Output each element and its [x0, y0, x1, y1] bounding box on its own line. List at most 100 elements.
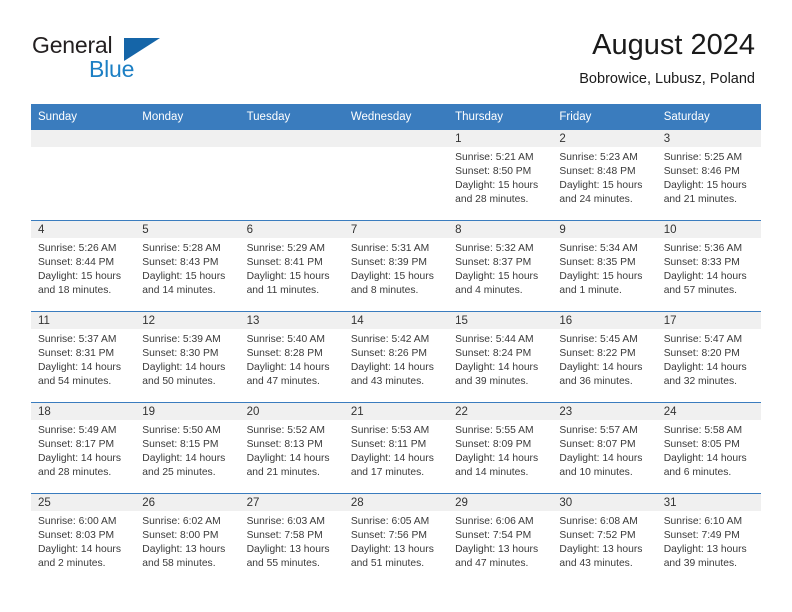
day-number: 23 [552, 403, 657, 420]
calendar-day-cell[interactable]: 23 Sunrise: 5:57 AM Sunset: 8:07 PM Dayligh… [552, 403, 657, 494]
calendar-day-cell[interactable]: 25 Sunrise: 6:00 AM Sunset: 8:03 PM Dayligh… [31, 494, 136, 585]
calendar-day-cell[interactable] [135, 130, 240, 221]
day-detail-line: and 17 minutes. [350, 467, 425, 479]
calendar-day-cell[interactable]: 13 Sunrise: 5:40 AM Sunset: 8:28 PM Dayligh… [239, 312, 344, 403]
calendar-day-cell[interactable]: 10 Sunrise: 5:36 AM Sunset: 8:33 PM Dayligh… [656, 221, 761, 312]
calendar-day-cell[interactable]: 5 Sunrise: 5:28 AM Sunset: 8:43 PM Daylight… [135, 221, 240, 312]
day-detail-line: Daylight: 14 hours [142, 453, 226, 465]
calendar-day-cell[interactable]: 26 Sunrise: 6:02 AM Sunset: 8:00 PM Dayligh… [135, 494, 240, 585]
day-cell-inner: 3 Sunrise: 5:25 AM Sunset: 8:46 PM Daylight… [656, 130, 761, 220]
calendar-week-row: 25 Sunrise: 6:00 AM Sunset: 8:03 PM Dayligh… [31, 493, 761, 585]
day-detail-line: Sunrise: 6:00 AM [38, 516, 117, 527]
calendar-day-cell[interactable]: 19 Sunrise: 5:50 AM Sunset: 8:15 PM Dayligh… [135, 403, 240, 494]
day-detail-line: Sunset: 8:15 PM [142, 439, 219, 451]
day-cell-inner: 19 Sunrise: 5:50 AM Sunset: 8:15 PM Dayligh… [135, 403, 240, 493]
calendar-day-cell[interactable]: 27 Sunrise: 6:03 AM Sunset: 7:58 PM Dayligh… [239, 494, 344, 585]
logo-text-general: General [32, 32, 113, 58]
day-details: Sunrise: 5:55 AM Sunset: 8:09 PM Daylight:… [448, 420, 552, 480]
calendar-day-cell[interactable] [239, 130, 344, 221]
day-detail-line: Daylight: 14 hours [559, 453, 643, 465]
calendar-day-cell[interactable] [343, 130, 449, 221]
day-detail-line: Sunset: 8:20 PM [663, 348, 740, 360]
day-number: 2 [552, 130, 657, 147]
calendar-day-cell[interactable]: 9 Sunrise: 5:34 AM Sunset: 8:35 PM Daylight… [552, 221, 657, 312]
day-number: 26 [135, 494, 240, 511]
day-detail-line: Sunset: 8:22 PM [559, 348, 636, 360]
calendar-day-cell[interactable]: 16 Sunrise: 5:45 AM Sunset: 8:22 PM Dayligh… [552, 312, 657, 403]
day-detail-line: and 6 minutes. [663, 467, 732, 479]
page-title: August 2024 [592, 29, 755, 61]
day-detail-line: and 57 minutes. [663, 285, 737, 297]
day-cell-inner: 12 Sunrise: 5:39 AM Sunset: 8:30 PM Dayligh… [135, 312, 240, 402]
calendar-day-cell[interactable]: 2 Sunrise: 5:23 AM Sunset: 8:48 PM Daylight… [552, 130, 657, 221]
calendar-day-cell[interactable]: 12 Sunrise: 5:39 AM Sunset: 8:30 PM Dayligh… [135, 312, 240, 403]
day-number: 29 [448, 494, 553, 511]
weekday-header-friday: Friday [552, 104, 657, 130]
day-detail-line: and 21 minutes. [663, 194, 737, 206]
calendar-day-cell[interactable]: 6 Sunrise: 5:29 AM Sunset: 8:41 PM Daylight… [239, 221, 344, 312]
day-cell-inner: 27 Sunrise: 6:03 AM Sunset: 7:58 PM Dayligh… [239, 494, 344, 584]
day-details: Sunrise: 5:31 AM Sunset: 8:39 PM Daylight:… [344, 238, 448, 298]
weekday-header-wednesday: Wednesday [343, 104, 449, 130]
day-detail-line: and 14 minutes. [455, 467, 529, 479]
calendar-day-cell[interactable]: 8 Sunrise: 5:32 AM Sunset: 8:37 PM Daylight… [448, 221, 553, 312]
day-detail-line: and 28 minutes. [38, 467, 112, 479]
day-detail-line: and 14 minutes. [142, 285, 216, 297]
calendar-day-cell[interactable]: 29 Sunrise: 6:06 AM Sunset: 7:54 PM Dayligh… [448, 494, 553, 585]
day-detail-line: and 51 minutes. [350, 558, 425, 570]
day-cell-inner: 16 Sunrise: 5:45 AM Sunset: 8:22 PM Dayligh… [552, 312, 657, 402]
day-cell-inner: 1 Sunrise: 5:21 AM Sunset: 8:50 PM Daylight… [448, 130, 553, 220]
day-number: 28 [343, 494, 449, 511]
day-details: Sunrise: 6:06 AM Sunset: 7:54 PM Daylight:… [448, 511, 552, 571]
calendar-day-cell[interactable]: 20 Sunrise: 5:52 AM Sunset: 8:13 PM Dayligh… [239, 403, 344, 494]
day-detail-line: Sunrise: 5:50 AM [142, 425, 221, 436]
day-detail-line: Sunrise: 5:23 AM [559, 152, 638, 163]
day-detail-line: Sunset: 8:41 PM [246, 257, 323, 269]
calendar-day-cell[interactable] [31, 130, 136, 221]
calendar-day-cell[interactable]: 21 Sunrise: 5:53 AM Sunset: 8:11 PM Dayligh… [343, 403, 449, 494]
calendar-day-cell[interactable]: 22 Sunrise: 5:55 AM Sunset: 8:09 PM Dayligh… [448, 403, 553, 494]
calendar-day-cell[interactable]: 18 Sunrise: 5:49 AM Sunset: 8:17 PM Dayligh… [31, 403, 136, 494]
sunrise-sunset-calendar: Sunday Monday Tuesday Wednesday Thursday… [31, 104, 761, 584]
day-detail-line: Sunrise: 5:31 AM [350, 243, 430, 254]
day-details: Sunrise: 5:26 AM Sunset: 8:44 PM Daylight:… [31, 238, 135, 298]
day-detail-line: Daylight: 14 hours [663, 271, 747, 283]
day-number: 8 [448, 221, 553, 238]
day-detail-line: Daylight: 13 hours [455, 544, 539, 556]
calendar-day-cell[interactable]: 31 Sunrise: 6:10 AM Sunset: 7:49 PM Dayligh… [656, 494, 761, 585]
day-detail-line: Sunset: 8:35 PM [559, 257, 636, 269]
calendar-body: 1 Sunrise: 5:21 AM Sunset: 8:50 PM Daylight… [31, 130, 761, 584]
calendar-day-cell[interactable]: 24 Sunrise: 5:58 AM Sunset: 8:05 PM Dayligh… [656, 403, 761, 494]
day-cell-inner: 4 Sunrise: 5:26 AM Sunset: 8:44 PM Daylight… [31, 221, 136, 311]
logo-text-blue: Blue [89, 56, 135, 82]
calendar-day-cell[interactable]: 11 Sunrise: 5:37 AM Sunset: 8:31 PM Dayligh… [31, 312, 136, 403]
calendar-day-cell[interactable]: 7 Sunrise: 5:31 AM Sunset: 8:39 PM Daylight… [343, 221, 449, 312]
day-detail-line: Sunrise: 5:39 AM [142, 334, 221, 345]
day-detail-line: and 11 minutes. [246, 285, 320, 297]
day-details: Sunrise: 5:45 AM Sunset: 8:22 PM Daylight:… [552, 329, 656, 389]
day-detail-line: Sunrise: 6:05 AM [350, 516, 430, 527]
general-blue-logo[interactable]: General Blue [32, 32, 162, 84]
calendar-day-cell[interactable]: 4 Sunrise: 5:26 AM Sunset: 8:44 PM Daylight… [31, 221, 136, 312]
calendar-day-cell[interactable]: 3 Sunrise: 5:25 AM Sunset: 8:46 PM Daylight… [656, 130, 761, 221]
weekday-header-monday: Monday [135, 104, 240, 130]
day-number: 20 [239, 403, 344, 420]
day-detail-line: Daylight: 14 hours [559, 362, 643, 374]
page-header: General Blue August 2024 Bobrowice, Lubu… [0, 0, 792, 104]
day-cell-inner: 20 Sunrise: 5:52 AM Sunset: 8:13 PM Dayligh… [239, 403, 344, 493]
day-cell-inner [239, 130, 344, 220]
day-detail-line: Sunset: 8:44 PM [38, 257, 115, 269]
calendar-day-cell[interactable]: 15 Sunrise: 5:44 AM Sunset: 8:24 PM Dayligh… [448, 312, 553, 403]
calendar-day-cell[interactable]: 28 Sunrise: 6:05 AM Sunset: 7:56 PM Dayligh… [343, 494, 449, 585]
day-detail-line: Sunset: 8:46 PM [663, 166, 740, 178]
calendar-day-cell[interactable]: 14 Sunrise: 5:42 AM Sunset: 8:26 PM Dayligh… [343, 312, 449, 403]
day-detail-line: and 28 minutes. [455, 194, 529, 206]
day-detail-line: Sunrise: 6:02 AM [142, 516, 221, 527]
calendar-day-cell[interactable]: 30 Sunrise: 6:08 AM Sunset: 7:52 PM Dayligh… [552, 494, 657, 585]
day-number: 14 [343, 312, 449, 329]
day-detail-line: and 39 minutes. [455, 376, 529, 388]
day-cell-inner [343, 130, 449, 220]
calendar-day-cell[interactable]: 17 Sunrise: 5:47 AM Sunset: 8:20 PM Dayligh… [656, 312, 761, 403]
day-detail-line: Sunrise: 5:29 AM [246, 243, 325, 254]
calendar-day-cell[interactable]: 1 Sunrise: 5:21 AM Sunset: 8:50 PM Daylight… [448, 130, 553, 221]
